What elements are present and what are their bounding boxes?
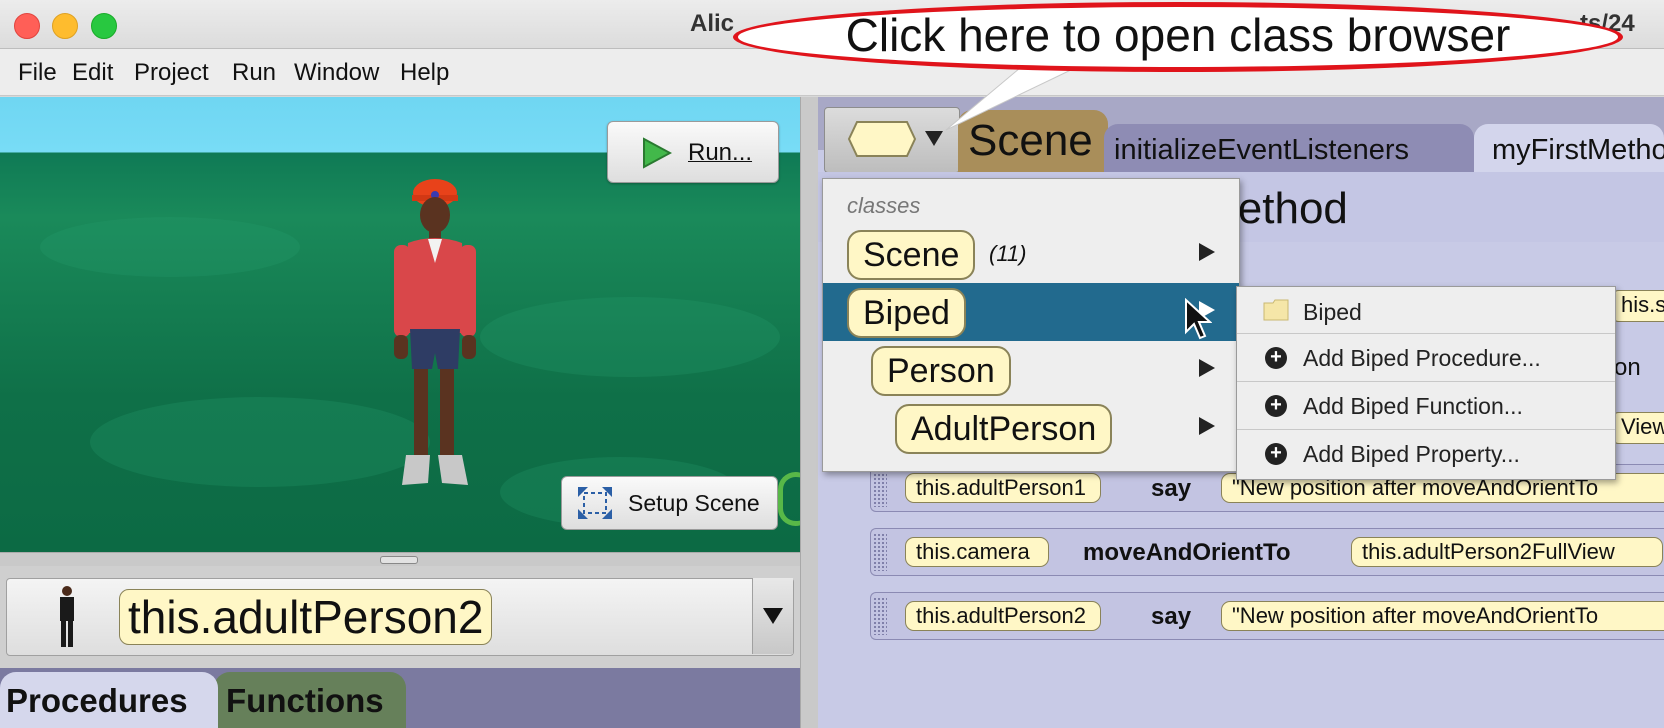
submenu-item-biped-folder[interactable]: Biped [1237, 287, 1615, 334]
statement-verb: moveAndOrientTo [1083, 539, 1291, 566]
close-window-button[interactable] [14, 13, 40, 39]
submenu-arrow-icon [1199, 359, 1215, 377]
drag-handle[interactable] [873, 597, 887, 635]
statement-verb: say [1151, 475, 1192, 502]
partial-text-2: on [1614, 354, 1641, 381]
plus-icon: + [1265, 395, 1287, 417]
menu-window[interactable]: Window [294, 59, 379, 87]
class-menu-item-person[interactable]: Person [823, 341, 1239, 399]
menu-edit[interactable]: Edit [72, 59, 113, 87]
statement-target[interactable]: this.adultPerson2 [905, 601, 1101, 631]
class-menu-item-adultperson[interactable]: AdultPerson [823, 399, 1239, 457]
classes-header: classes [847, 193, 921, 218]
tab-initialize-event-listeners[interactable]: initializeEventListeners [1104, 124, 1474, 172]
submenu-add-property[interactable]: + Add Biped Property... [1237, 431, 1615, 477]
menu-help[interactable]: Help [400, 59, 449, 87]
submenu-add-function[interactable]: + Add Biped Function... [1237, 383, 1615, 430]
tab-procedures[interactable]: Procedures [0, 672, 218, 728]
run-label: Run... [688, 139, 753, 166]
class-tile-scene: Scene [847, 230, 976, 280]
class-tile-adultperson: AdultPerson [895, 404, 1113, 454]
tab-procedures-label: Procedures [6, 682, 188, 719]
menu-project[interactable]: Project [134, 59, 209, 87]
play-icon [643, 137, 672, 169]
tab-functions[interactable]: Functions [214, 672, 406, 728]
class-browser-menu: classes Scene (11) Biped Person AdultPer… [822, 178, 1240, 472]
tab-myfirst-label: myFirstMetho [1492, 134, 1664, 166]
statement-row[interactable]: this.camera moveAndOrientTo this.adultPe… [870, 528, 1664, 576]
biped-submenu: Biped + Add Biped Procedure... + Add Bip… [1236, 286, 1616, 480]
submenu-arrow-icon [1199, 243, 1215, 261]
instance-dropdown-button[interactable] [752, 578, 793, 654]
class-tile-person: Person [871, 346, 1011, 396]
folder-icon [1263, 299, 1289, 321]
menu-run[interactable]: Run [232, 59, 276, 87]
submenu-add-procedure[interactable]: + Add Biped Procedure... [1237, 335, 1615, 382]
drag-handle[interactable] [873, 533, 887, 571]
expand-icon [578, 487, 612, 519]
person-thumbnail-icon [60, 586, 74, 647]
adult-person-figure[interactable] [380, 173, 490, 518]
instance-tile: this.adultPerson2 [119, 589, 493, 645]
gizmo-ring [778, 472, 800, 526]
mouse-cursor-icon [1185, 298, 1212, 340]
chevron-down-icon [763, 608, 783, 624]
submenu-label: Add Biped Function... [1303, 393, 1523, 419]
tab-my-first-method[interactable]: myFirstMetho [1474, 124, 1664, 172]
submenu-folder-label: Biped [1303, 299, 1362, 325]
callout-pointer [945, 67, 1076, 131]
statement-target[interactable]: this.adultPerson1 [905, 473, 1101, 503]
setup-scene-button[interactable]: Setup Scene [561, 476, 778, 530]
method-title: lethod [1228, 184, 1348, 233]
partial-tile-1: his.s [1610, 290, 1664, 322]
menu-file[interactable]: File [18, 59, 57, 87]
class-tile-icon [847, 121, 917, 157]
run-button[interactable]: Run... [607, 121, 779, 183]
drag-handle[interactable] [873, 469, 887, 507]
plus-icon: + [1265, 443, 1287, 465]
setup-scene-label: Setup Scene [628, 490, 760, 516]
statement-row[interactable]: this.adultPerson2 say "New position afte… [870, 592, 1664, 640]
class-menu-item-biped[interactable]: Biped [823, 283, 1239, 341]
class-count: (11) [989, 241, 1027, 266]
tab-functions-label: Functions [226, 682, 384, 719]
statement-target[interactable]: this.camera [905, 537, 1049, 567]
minimize-window-button[interactable] [52, 13, 78, 39]
scene-view[interactable]: Run... Setup Scene [0, 97, 800, 552]
vertical-splitter[interactable] [800, 97, 820, 728]
callout-text: Click here to open class browser [845, 9, 1511, 61]
class-tile-biped: Biped [847, 288, 966, 338]
submenu-arrow-icon [1199, 417, 1215, 435]
instance-selector[interactable]: this.adultPerson2 [6, 578, 794, 656]
statement-argument[interactable]: "New position after moveAndOrientTo [1221, 601, 1664, 631]
submenu-label: Add Biped Procedure... [1303, 345, 1541, 371]
partial-tile-3: View [1610, 412, 1664, 444]
submenu-label: Add Biped Property... [1303, 441, 1520, 467]
plus-icon: + [1265, 347, 1287, 369]
zoom-window-button[interactable] [91, 13, 117, 39]
class-menu-item-scene[interactable]: Scene (11) [823, 225, 1239, 283]
statement-verb: say [1151, 603, 1192, 630]
window-title: Alic [690, 10, 735, 37]
tab-init-label: initializeEventListeners [1114, 134, 1409, 166]
statement-argument[interactable]: this.adultPerson2FullView [1351, 537, 1663, 567]
